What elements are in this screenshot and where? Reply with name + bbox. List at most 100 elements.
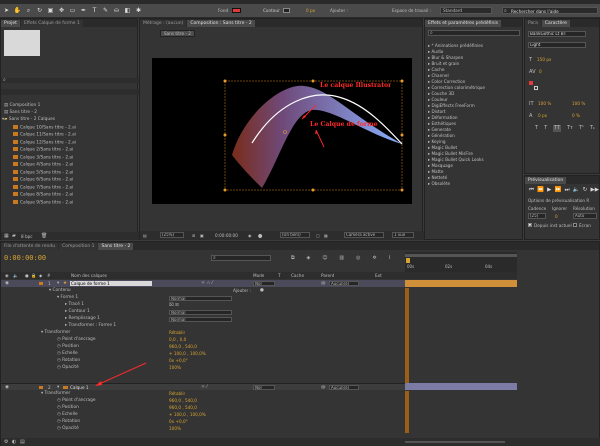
previous-frame-icon[interactable]: ⏪ <box>537 187 544 194</box>
tab-caractere[interactable]: Caractère <box>541 20 570 27</box>
fill-swatch[interactable] <box>232 8 241 13</box>
project-item-folder[interactable]: ▾▰ Sans titre - 2 Calques <box>2 117 139 124</box>
selection-tool-icon[interactable]: ➤ <box>2 6 11 15</box>
tsume-value[interactable]: 0 % <box>572 113 580 118</box>
layer-switch-icons[interactable]: ⚛ ⁄ <box>201 384 207 391</box>
frame-blending-icon[interactable]: ▥ <box>339 255 344 261</box>
project-item-ai[interactable]: Calque 8/Sans titre - 2.ai <box>13 192 139 199</box>
project-item-sans-titre-2[interactable]: ▤ Sans titre - 2 <box>4 110 139 117</box>
hand-tool-icon[interactable]: ✋ <box>13 6 22 15</box>
group-transformer-forme-1[interactable]: ▸ Transformer : Forme 1 <box>65 323 517 330</box>
comp-canvas[interactable]: Le calque Illustrator Le Calque de forme <box>152 58 412 204</box>
tab-effets-parametres[interactable]: Effets et paramètres prédéfinis <box>425 20 501 27</box>
column-header-t[interactable]: T <box>278 272 281 279</box>
prop-position-value[interactable]: 960,0 , 540,0 <box>169 405 197 412</box>
effect-category[interactable]: ▸ Magic Bullet <box>428 145 457 151</box>
effect-category[interactable]: ▸ Esthétiques <box>428 121 456 127</box>
toggle-switches-icon[interactable]: ⚙ <box>4 439 8 445</box>
effect-category[interactable]: ▸ Génération <box>428 133 455 139</box>
effect-category[interactable]: ▸ Netteté <box>428 175 447 181</box>
add-content-button[interactable]: Ajouter : <box>233 288 251 295</box>
views-select[interactable]: 1 vue <box>392 232 414 238</box>
effect-category[interactable]: ▸ Correction colorimétrique <box>428 85 485 91</box>
prop-scale[interactable]: ◷ Echelle <box>57 412 517 419</box>
eye-icon[interactable]: ◉ <box>5 280 9 287</box>
first-frame-icon[interactable]: ⏮ <box>529 187 534 194</box>
prop-position[interactable]: ◷ Position <box>57 405 517 412</box>
font-family-select[interactable]: BankGothic Lt BT <box>528 31 586 37</box>
layer-mode-select[interactable]: Nor <box>253 280 275 286</box>
chevron-down-icon[interactable]: ▾ <box>57 384 59 391</box>
effect-category[interactable]: ▸ Cache <box>428 67 444 73</box>
stamp-tool-icon[interactable]: ⛀ <box>112 6 121 15</box>
pan-behind-tool-icon[interactable]: ✥ <box>57 6 66 15</box>
prop-opacity-value[interactable]: 100% <box>169 426 181 433</box>
expand-panes-icon[interactable]: ▤ <box>20 439 25 445</box>
layer-label-color[interactable] <box>39 282 43 285</box>
cadence-select[interactable]: (25) <box>528 213 546 219</box>
effect-category[interactable]: ▸ Magic Bullet Quick Looks <box>428 157 484 163</box>
current-time-indicator[interactable] <box>406 258 410 263</box>
effect-category[interactable]: ▸ Magic Bullet MisFire <box>428 151 473 157</box>
zoom-tool-icon[interactable]: ⌕ <box>24 6 33 15</box>
tab-projet[interactable]: Projet <box>1 20 20 27</box>
superscript-button[interactable]: T¹ <box>579 125 584 132</box>
loop-icon[interactable]: ↻ <box>583 187 588 194</box>
prop-scale-value[interactable]: ⚭ 100,0 , 100,0% <box>169 351 206 358</box>
project-item-composition-1[interactable]: ▤ Composition 1 <box>4 103 139 110</box>
comp-subtab[interactable]: Sans titre - 2 <box>160 30 195 37</box>
snapshot-icon[interactable]: ◉ <box>248 233 252 238</box>
prop-rotation-value[interactable]: 0x +0,0° <box>169 358 188 365</box>
effect-category[interactable]: ▸ Color Correction <box>428 79 465 85</box>
timeline-zoom-slider[interactable] <box>405 441 505 443</box>
prop-position[interactable]: ◷ Position <box>57 344 517 351</box>
project-item-ai[interactable]: Calque 11/Sans titre - 2.ai <box>13 132 139 139</box>
project-item-ai[interactable]: Calque 9/Sans titre - 2.ai <box>13 199 139 207</box>
tab-metrage[interactable]: Métrage : (aucun) <box>140 20 187 27</box>
bit-depth-label[interactable]: 8 bpc <box>21 234 33 239</box>
toggle-modes-icon[interactable]: ◐ <box>12 439 16 445</box>
prop-scale[interactable]: ◷ Echelle <box>57 351 517 358</box>
column-header-stretch[interactable]: Ext <box>375 272 382 279</box>
layer-mode-select[interactable]: Nor <box>253 384 275 390</box>
timeline-timecode[interactable]: 0:00:00:00 <box>4 254 46 262</box>
reset-link[interactable]: Rétablir <box>169 330 185 337</box>
remplissage-1-mode-select[interactable]: Normal <box>169 316 232 322</box>
draft-3d-icon[interactable]: ◈ <box>307 255 311 261</box>
channel-icon[interactable]: ⬤ <box>258 233 262 238</box>
project-item-ai[interactable]: Calque 5/Sans titre - 2.ai <box>13 169 139 177</box>
reset-link[interactable]: Rétablir <box>169 391 185 398</box>
fullscreen-checkbox[interactable] <box>573 223 577 227</box>
column-header-cache[interactable]: Cache <box>291 272 304 279</box>
tab-composition[interactable]: Composition : Sans titre - 2 <box>187 20 255 27</box>
group-trace-1[interactable]: ▸ Tracé 1 <box>65 302 517 309</box>
project-item-ai[interactable]: Calque 7/Sans titre - 2.ai <box>13 184 139 192</box>
work-area-bar[interactable] <box>405 254 517 257</box>
zoom-select[interactable]: (25%) <box>160 232 184 238</box>
tab-effets-calque[interactable]: Effets Calque de forme 1 <box>20 20 83 27</box>
interpret-footage-icon[interactable]: ▦ <box>4 233 9 239</box>
add-label[interactable]: Ajouter : <box>330 8 348 13</box>
tab-previsualisation[interactable]: Prévisualisation <box>525 177 567 184</box>
project-search-bar[interactable]: ⌕ <box>1 77 139 83</box>
all-caps-button[interactable]: TT <box>553 125 562 132</box>
camera-select[interactable]: Caméra active <box>344 232 384 238</box>
forme-1-mode-select[interactable]: Normal <box>169 295 232 301</box>
layer-label-color[interactable] <box>39 386 43 389</box>
comp-timecode[interactable]: 0:00:00:00 <box>215 233 238 238</box>
prop-opacity-value[interactable]: 100% <box>169 365 181 372</box>
group-contour-1[interactable]: ▸ Contour 1 <box>65 309 517 316</box>
audio-icon[interactable]: 🔈 <box>573 187 580 194</box>
help-search-field[interactable]: ⌕ Rechercher dans l'aide <box>502 7 598 14</box>
project-item-ai[interactable]: Calque 12/Sans titre - 2.ai <box>13 139 139 147</box>
effect-category[interactable]: ▸ * Animations prédéfinies <box>428 43 483 49</box>
trace-1-switches[interactable]: ⌧ ☒ <box>169 302 179 309</box>
time-ruler[interactable]: 00s 02s 04s <box>405 252 517 272</box>
shape-tool-icon[interactable]: ▭ <box>68 6 77 15</box>
last-frame-icon[interactable]: ⏭ <box>565 187 570 194</box>
motion-blur-icon[interactable]: ◎ <box>356 255 360 261</box>
column-header-mode[interactable]: Mode <box>253 272 264 279</box>
effects-search-input[interactable]: ⌕ <box>428 30 520 36</box>
eye-icon[interactable]: ◉ <box>5 384 9 391</box>
project-item-ai[interactable]: Calque 4/Sans titre - 2.ai <box>13 162 139 169</box>
